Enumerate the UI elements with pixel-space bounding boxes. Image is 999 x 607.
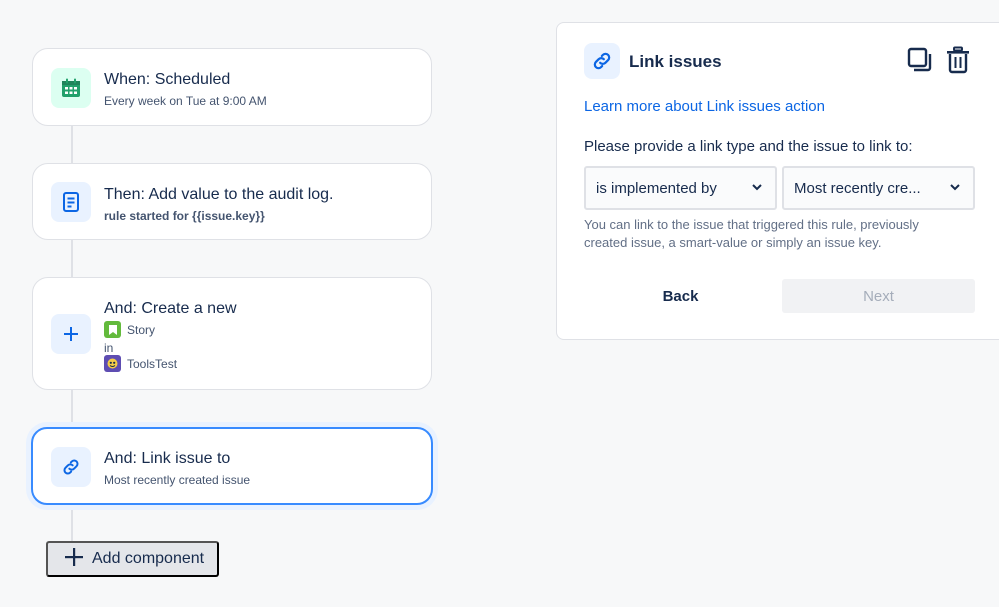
action-card-link-issue[interactable]: And: Link issue to Most recently created… [31, 427, 433, 505]
chevron-down-icon [751, 180, 763, 197]
plus-icon [64, 547, 84, 572]
help-text: You can link to the issue that triggered… [584, 217, 919, 250]
link-issues-panel: Link issues Learn more about Link issues… [556, 22, 999, 340]
panel-prompt: Please provide a link type and the issue… [584, 138, 913, 155]
learn-more-link[interactable]: Learn more about Link issues action [584, 98, 825, 115]
link-type-value: is implemented by [596, 179, 717, 197]
component-subtitle: Every week on Tue at 9:00 AM [104, 94, 267, 108]
calendar-icon [51, 68, 91, 108]
in-label: in [104, 341, 114, 355]
issue-type-label: Story [127, 322, 156, 337]
component-title: Then: Add value to the audit log. [104, 186, 334, 203]
project-avatar-icon [104, 355, 121, 372]
delete-icon[interactable] [946, 46, 970, 79]
component-subtitle: rule started for {{issue.key}} [104, 209, 265, 223]
flow-connector [71, 126, 73, 164]
add-component-label: Add component [92, 550, 205, 567]
component-title: And: Link issue to [104, 450, 231, 467]
plus-icon [51, 314, 91, 354]
panel-title: Link issues [629, 52, 722, 71]
story-icon [104, 321, 121, 338]
issue-value: Most recently cre... [794, 179, 921, 197]
document-icon [51, 182, 91, 222]
issue-select[interactable]: Most recently cre... [782, 166, 975, 210]
back-button[interactable]: Back [584, 279, 777, 313]
link-type-select[interactable]: is implemented by [584, 166, 777, 210]
component-subtitle: Most recently created issue [104, 473, 251, 487]
add-component-button[interactable]: Add component [46, 541, 219, 577]
action-card-audit-log[interactable]: Then: Add value to the audit log. rule s… [32, 163, 432, 240]
project-row: ToolsTest [104, 355, 177, 372]
issue-type-row: Story [104, 321, 155, 338]
duplicate-icon[interactable] [907, 47, 933, 78]
link-icon [584, 43, 620, 79]
flow-connector [71, 240, 73, 278]
link-icon [51, 447, 91, 487]
next-button[interactable]: Next [782, 279, 975, 313]
trigger-card-scheduled[interactable]: When: Scheduled Every week on Tue at 9:0… [32, 48, 432, 126]
action-card-create-issue[interactable]: And: Create a new Story in ToolsTest [32, 277, 432, 390]
flow-connector [71, 390, 73, 428]
chevron-down-icon [949, 180, 961, 197]
component-title: When: Scheduled [104, 71, 231, 88]
component-title: And: Create a new [104, 300, 237, 317]
flow-connector [71, 505, 73, 542]
project-label: ToolsTest [127, 356, 178, 371]
